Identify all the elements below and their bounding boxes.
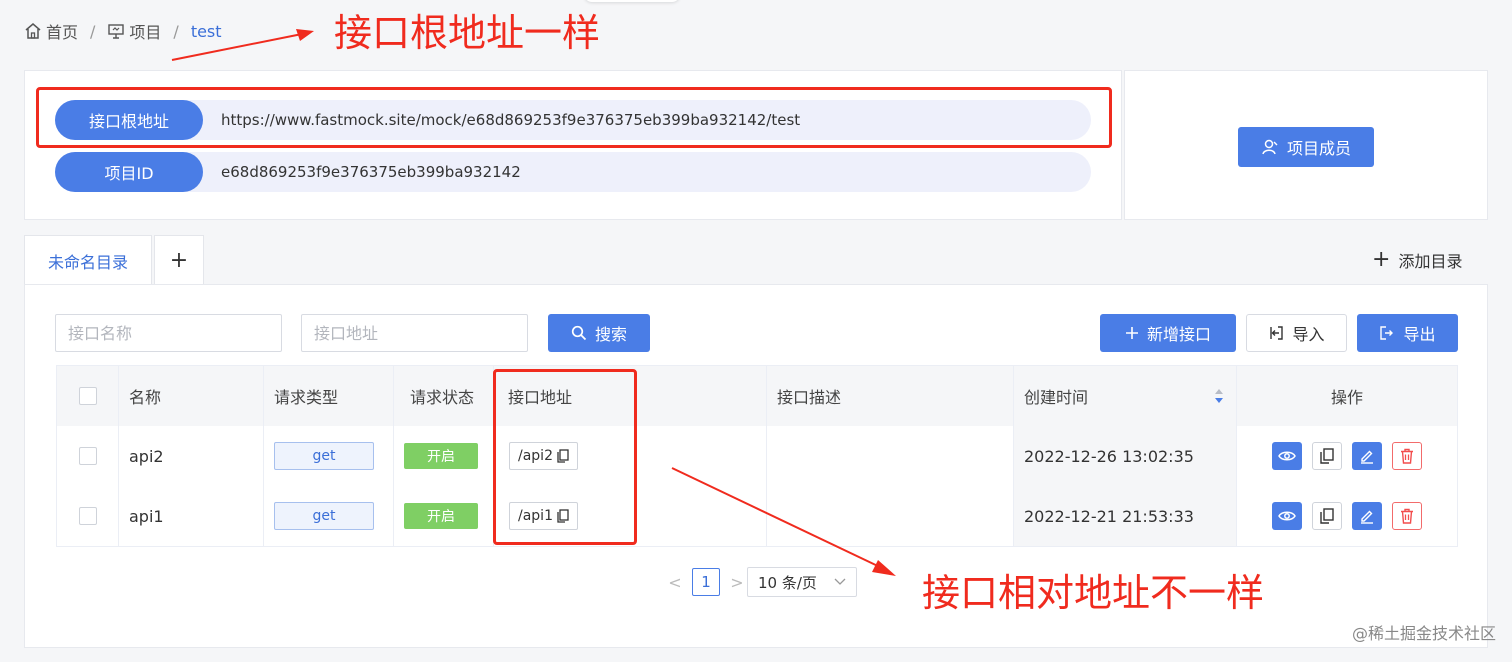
breadcrumb-home[interactable]: 首页 (24, 19, 78, 43)
export-icon (1380, 326, 1394, 340)
eye-icon (1278, 451, 1296, 461)
breadcrumb-project-label: 项目 (129, 23, 162, 42)
add-tab-button[interactable]: + (154, 235, 204, 285)
trash-icon (1401, 448, 1413, 464)
header-status: 请求状态 (394, 366, 494, 426)
row-status-cell: 开启 (394, 486, 494, 546)
header-created-label: 创建时间 (1024, 388, 1089, 407)
status-tag: 开启 (404, 443, 478, 469)
annotation-top: 接口根地址一样 (334, 11, 601, 55)
row-name: api2 (119, 426, 264, 486)
header-created[interactable]: 创建时间 (1014, 366, 1237, 426)
monitor-icon (108, 24, 125, 39)
annotation-highlight-base-url (36, 87, 1112, 148)
row-created: 2022-12-26 13:02:35 (1014, 426, 1237, 486)
select-all-checkbox[interactable] (78, 387, 97, 405)
plus-icon (1125, 327, 1138, 339)
tab-unnamed-directory-label: 未命名目录 (47, 252, 128, 272)
header-name: 名称 (119, 366, 264, 426)
row-status-cell: 开启 (394, 426, 494, 486)
watermark: @稀土掘金技术社区 (1351, 624, 1496, 643)
sort-icon[interactable] (1214, 388, 1224, 404)
breadcrumb-project[interactable]: 项目 (107, 19, 161, 43)
new-api-button[interactable]: 新增接口 (1100, 314, 1236, 352)
copy-api-button[interactable] (1312, 502, 1342, 530)
project-id-label: 项目ID (55, 152, 203, 192)
edit-button[interactable] (1352, 502, 1382, 530)
edit-icon (1361, 510, 1373, 524)
annotation-highlight-path-column (493, 369, 637, 545)
row-name: api1 (119, 486, 264, 546)
delete-button[interactable] (1392, 502, 1422, 530)
delete-button[interactable] (1392, 442, 1422, 470)
plus-icon: + (1372, 247, 1391, 272)
plus-icon: + (169, 248, 189, 273)
copy-icon (1320, 508, 1334, 524)
method-tag: get (274, 502, 374, 530)
export-label: 导出 (1403, 325, 1436, 344)
project-id-value: e68d869253f9e376375eb399ba932142 (221, 163, 521, 181)
project-members-button[interactable]: 项目成员 (1238, 127, 1374, 167)
annotation-arrow-top (171, 29, 314, 61)
edit-icon (1361, 450, 1373, 464)
search-icon (571, 325, 587, 341)
row-checkbox[interactable] (78, 507, 97, 525)
api-path-input[interactable] (301, 314, 528, 352)
window-notch (584, 0, 680, 2)
copy-icon (1320, 448, 1334, 464)
import-icon (1270, 326, 1284, 340)
row-actions (1237, 426, 1457, 486)
search-button[interactable]: 搜索 (548, 314, 650, 352)
row-checkbox-cell (57, 486, 119, 546)
project-members-card: 项目成员 (1124, 70, 1488, 220)
row-method-cell: get (264, 486, 394, 546)
breadcrumb-separator: / (90, 21, 96, 41)
header-method: 请求类型 (264, 366, 394, 426)
members-icon (1262, 139, 1278, 155)
trash-icon (1401, 508, 1413, 524)
search-label: 搜索 (594, 325, 627, 344)
tab-unnamed-directory[interactable]: 未命名目录 (24, 235, 152, 285)
breadcrumb-home-label: 首页 (46, 23, 79, 42)
project-members-label: 项目成员 (1286, 139, 1351, 158)
project-id-row: 项目ID e68d869253f9e376375eb399ba932142 (55, 152, 1091, 192)
view-button[interactable] (1272, 502, 1302, 530)
row-method-cell: get (264, 426, 394, 486)
header-actions: 操作 (1330, 388, 1363, 407)
row-created: 2022-12-21 21:53:33 (1014, 486, 1237, 546)
table-header-row: 名称 请求类型 请求状态 接口地址 接口描述 创建时间 操作 (57, 366, 1457, 427)
method-tag: get (274, 442, 374, 470)
row-checkbox[interactable] (78, 447, 97, 465)
home-icon (25, 23, 41, 39)
copy-api-button[interactable] (1312, 442, 1342, 470)
row-actions (1237, 486, 1457, 546)
header-desc: 接口描述 (767, 366, 1014, 426)
add-directory-button[interactable]: + 添加目录 (1372, 248, 1462, 272)
row-checkbox-cell (57, 426, 119, 486)
eye-icon (1278, 511, 1296, 521)
annotation-arrow-bottom (671, 467, 896, 576)
edit-button[interactable] (1352, 442, 1382, 470)
import-label: 导入 (1292, 325, 1325, 344)
export-button[interactable]: 导出 (1357, 314, 1458, 352)
add-directory-label: 添加目录 (1398, 252, 1463, 271)
view-button[interactable] (1272, 442, 1302, 470)
annotation-bottom: 接口相对地址不一样 (922, 571, 1265, 615)
import-button[interactable]: 导入 (1246, 314, 1347, 352)
status-tag: 开启 (404, 503, 478, 529)
api-name-input[interactable] (55, 314, 282, 352)
header-checkbox-cell (57, 366, 119, 426)
new-api-label: 新增接口 (1146, 325, 1211, 344)
